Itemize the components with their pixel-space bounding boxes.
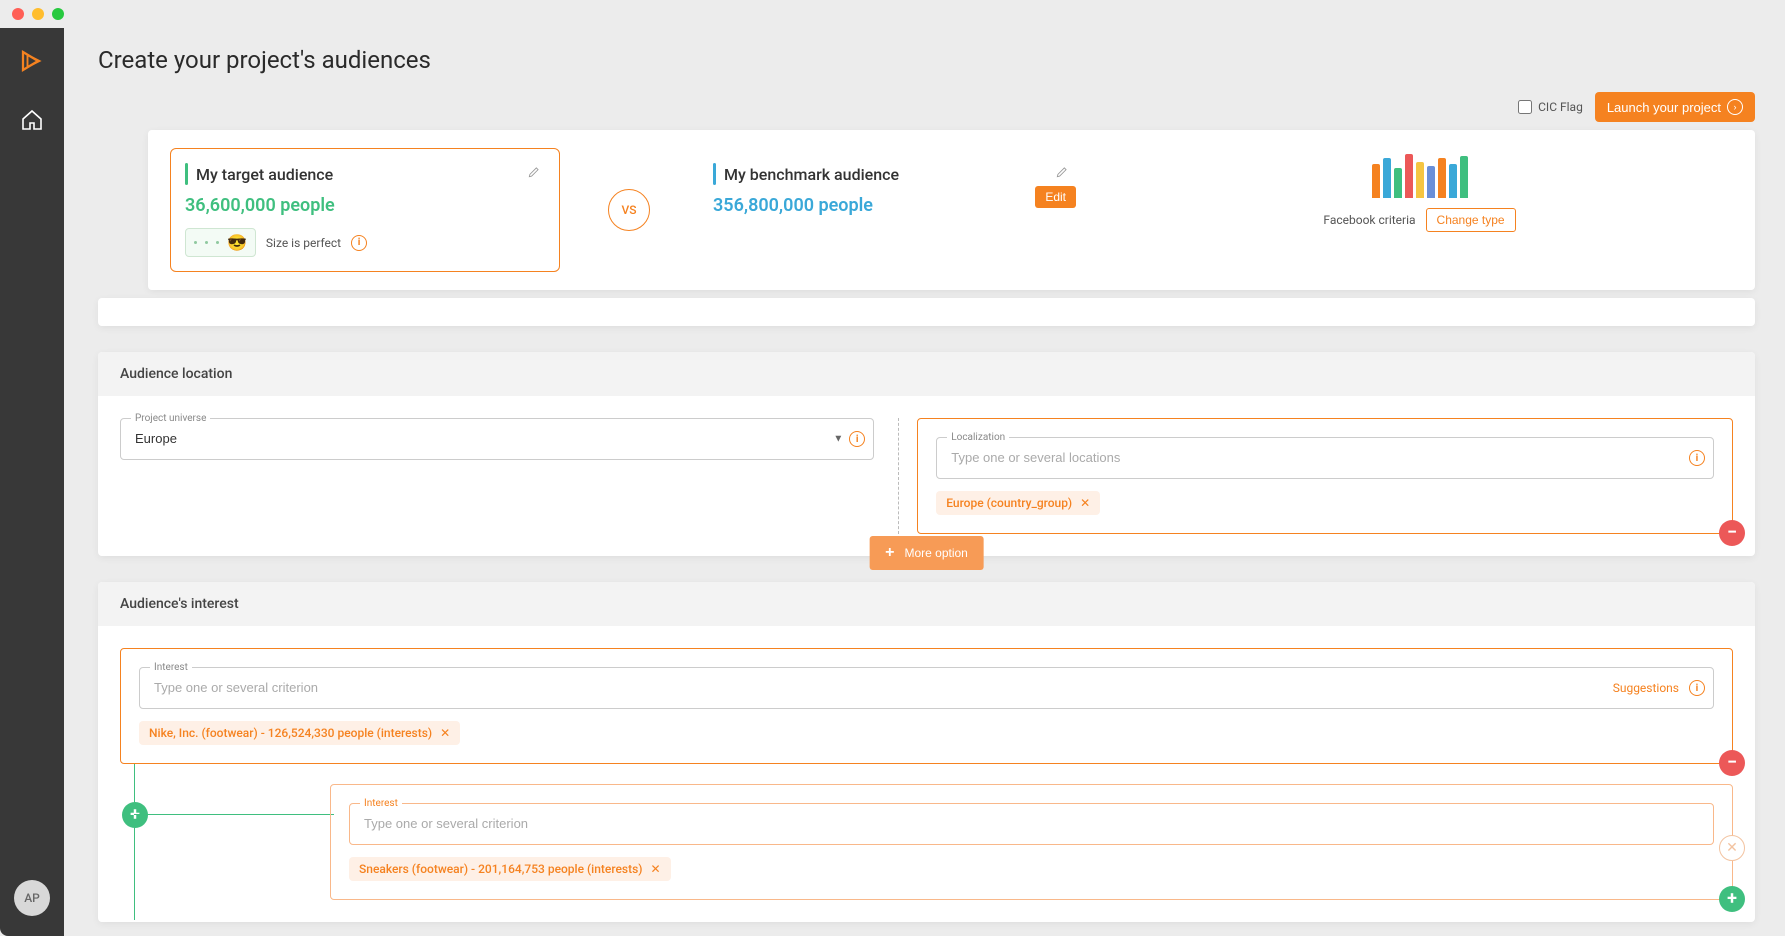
connector-line-h	[134, 814, 334, 815]
remove-tag-icon[interactable]: ✕	[440, 726, 450, 740]
launch-project-button[interactable]: Launch your project ›	[1595, 92, 1755, 122]
info-icon[interactable]: i	[351, 235, 367, 251]
interest-input-1[interactable]	[154, 680, 1699, 695]
criteria-source-label: Facebook criteria	[1323, 213, 1415, 227]
interest-legend: Interest	[360, 798, 402, 809]
interest-tag-nike[interactable]: Nike, Inc. (footwear) - 126,524,330 peop…	[139, 721, 460, 745]
audience-location-section: Audience location Project universe ▼ i	[98, 352, 1755, 556]
more-option-button[interactable]: + More option	[869, 536, 984, 570]
location-section-title: Audience location	[98, 352, 1755, 396]
app-logo[interactable]	[17, 46, 47, 80]
criteria-panel: Facebook criteria Change type	[1106, 148, 1733, 232]
interest-box-2: Interest Sneakers (footwear) - 201,164,7…	[330, 784, 1733, 900]
vertical-divider	[898, 418, 899, 534]
interest-tag-sneakers[interactable]: Sneakers (footwear) - 201,164,753 people…	[349, 857, 671, 881]
cic-flag-label: CIC Flag	[1538, 100, 1583, 114]
localization-label: Localization	[947, 432, 1009, 443]
edit-target-icon[interactable]	[527, 165, 541, 183]
info-icon[interactable]: i	[1689, 680, 1705, 696]
people-illustration-icon	[1365, 148, 1475, 198]
arrow-right-icon: ›	[1727, 99, 1743, 115]
interest-field-1[interactable]: Interest Suggestions i	[139, 667, 1714, 709]
benchmark-audience-card[interactable]: My benchmark audience 356,800,000 people	[698, 148, 1088, 231]
window-titlebar	[0, 0, 1785, 28]
target-accent-bar	[185, 163, 188, 185]
location-tag[interactable]: Europe (country_group) ✕	[936, 491, 1100, 515]
project-universe-label: Project universe	[131, 413, 210, 424]
remove-tag-icon[interactable]: ✕	[1080, 496, 1090, 510]
interest-legend: Interest	[150, 662, 192, 673]
benchmark-audience-title: My benchmark audience	[724, 165, 899, 184]
project-universe-input[interactable]	[135, 431, 859, 446]
window-close-dot[interactable]	[12, 8, 24, 20]
plus-icon: +	[885, 544, 894, 562]
remove-tag-icon[interactable]: ✕	[650, 862, 660, 876]
user-avatar[interactable]: AP	[14, 880, 50, 916]
interest-field-2[interactable]: Interest	[349, 803, 1714, 845]
collapsed-card	[98, 298, 1755, 326]
dropdown-caret-icon[interactable]: ▼	[833, 434, 843, 445]
info-icon[interactable]: i	[849, 431, 865, 447]
suggestions-link[interactable]: Suggestions	[1613, 681, 1679, 695]
project-universe-field[interactable]: Project universe ▼ i	[120, 418, 874, 460]
page-title: Create your project's audiences	[98, 46, 1755, 74]
audience-interest-section: Audience's interest Interest Suggestions…	[98, 582, 1755, 922]
benchmark-accent-bar	[713, 163, 716, 185]
remove-nested-interest-button[interactable]: ✕	[1719, 835, 1745, 861]
interest-box-1: Interest Suggestions i Nike, Inc. (footw…	[120, 648, 1733, 764]
vs-separator: VS	[608, 189, 650, 231]
target-audience-card[interactable]: My target audience 36,600,000 people 😎 S…	[170, 148, 560, 272]
info-icon[interactable]: i	[1689, 450, 1705, 466]
size-status-text: Size is perfect	[266, 236, 341, 250]
localization-field[interactable]: Localization i	[936, 437, 1714, 479]
window-min-dot[interactable]	[32, 8, 44, 20]
cic-flag-toggle[interactable]: CIC Flag	[1518, 100, 1583, 114]
interest-section-title: Audience's interest	[98, 582, 1755, 626]
add-nested-interest-button[interactable]: +	[1719, 886, 1745, 912]
localization-panel: Localization i Europe (country_group) ✕ …	[917, 418, 1733, 534]
interest-input-2[interactable]	[364, 816, 1699, 831]
sidebar: AP	[0, 28, 64, 936]
benchmark-audience-count: 356,800,000 people	[713, 195, 1069, 216]
cic-flag-checkbox[interactable]	[1518, 100, 1532, 114]
window-max-dot[interactable]	[52, 8, 64, 20]
sunglasses-emoji-icon: 😎	[227, 233, 247, 252]
connector-line	[134, 764, 135, 920]
size-meter: 😎	[185, 228, 256, 257]
target-audience-title: My target audience	[196, 165, 333, 184]
edit-benchmark-button[interactable]: Edit	[1035, 186, 1076, 208]
edit-benchmark-icon[interactable]	[1055, 165, 1069, 183]
localization-input[interactable]	[951, 450, 1699, 465]
add-interest-and-button[interactable]: +	[122, 802, 148, 828]
home-icon[interactable]	[20, 108, 44, 136]
target-audience-count: 36,600,000 people	[185, 195, 541, 216]
change-type-button[interactable]: Change type	[1426, 208, 1516, 232]
audience-summary-card: My target audience 36,600,000 people 😎 S…	[148, 130, 1755, 290]
remove-localization-button[interactable]: −	[1719, 520, 1745, 546]
